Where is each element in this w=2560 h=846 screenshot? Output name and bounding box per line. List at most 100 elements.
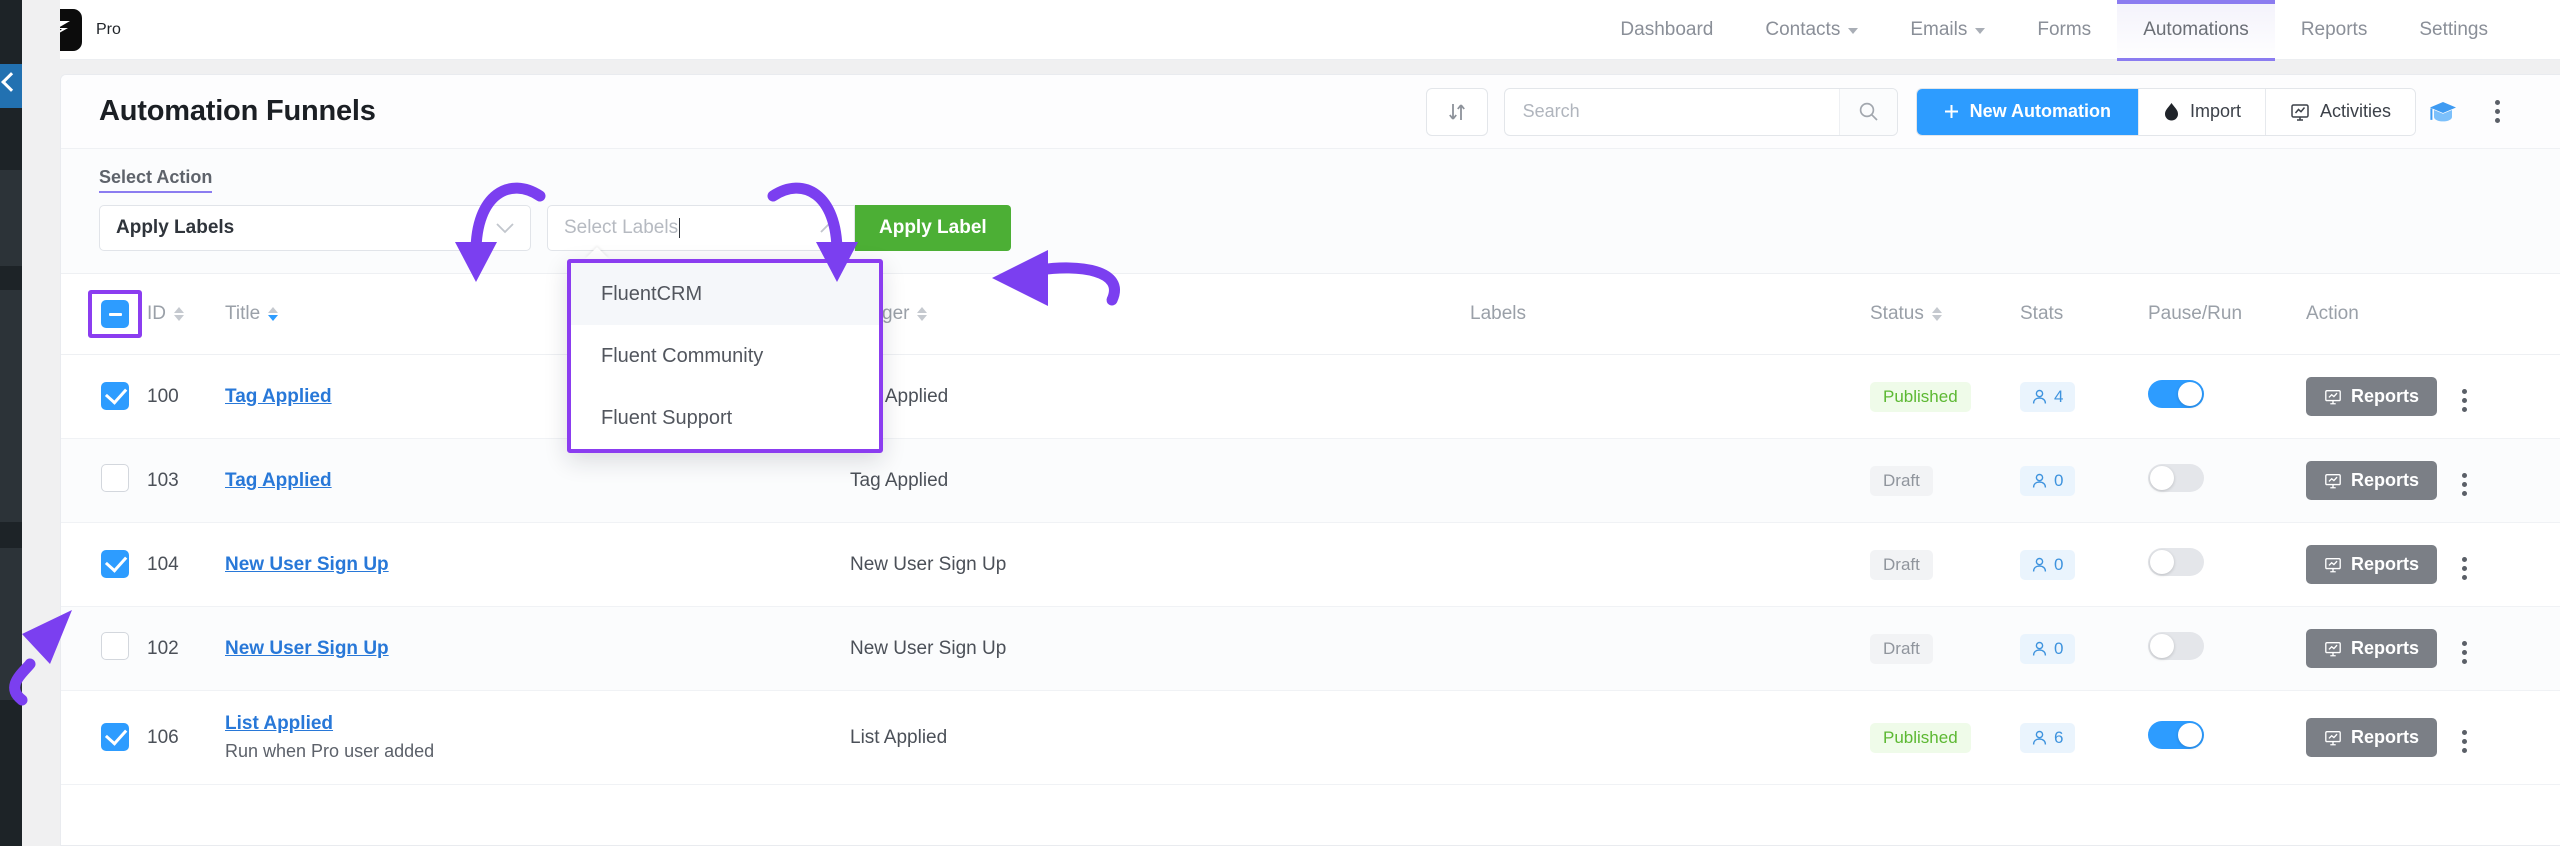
select-all-checkbox[interactable] [101, 300, 129, 328]
collapse-menu-button[interactable] [0, 64, 22, 108]
pause-run-toggle[interactable] [2148, 463, 2204, 492]
row-title-cell: New User Sign Up [225, 522, 850, 607]
row-checkbox[interactable] [101, 381, 129, 410]
pause-run-toggle[interactable] [2148, 631, 2204, 660]
nav-contacts[interactable]: Contacts [1739, 0, 1884, 60]
row-action-cell: Reports [2306, 354, 2560, 439]
bulk-action-value: Apply Labels [116, 217, 235, 238]
sort-icon[interactable] [268, 307, 279, 321]
row-title-cell: New User Sign Up [225, 606, 850, 691]
page-title: Automation Funnels [99, 95, 376, 127]
row-status-cell: Draft [1870, 522, 2020, 607]
row-title-cell: List Applied Run when Pro user added [225, 690, 850, 785]
row-title-link[interactable]: Tag Applied [225, 386, 332, 407]
nav-automations[interactable]: Automations [2117, 0, 2275, 61]
panel-header: Automation Funnels Search New Automation… [61, 75, 2560, 149]
new-automation-button[interactable]: New Automation [1916, 88, 2138, 135]
col-stats-label: Stats [2020, 303, 2064, 324]
text-cursor [679, 218, 681, 238]
col-status[interactable]: Status [1870, 273, 2020, 355]
reports-icon [2325, 641, 2341, 656]
col-id[interactable]: ID [147, 273, 225, 355]
table-header-row: ID Title Trigger L [61, 273, 2560, 355]
row-stats-cell: 6 [2020, 690, 2148, 785]
search-input[interactable] [1504, 88, 1839, 135]
reports-button[interactable]: Reports [2306, 377, 2438, 416]
search-icon[interactable] [1838, 88, 1897, 135]
row-stats-cell: 0 [2020, 438, 2148, 523]
row-kebab-menu-icon[interactable] [2462, 556, 2468, 580]
row-title-link[interactable]: List Applied [225, 713, 333, 734]
activities-button[interactable]: Activities [2264, 88, 2415, 135]
nav-dashboard[interactable]: Dashboard [1594, 0, 1739, 60]
reports-button-label: Reports [2351, 386, 2420, 406]
row-pause-run-cell [2148, 690, 2306, 785]
sort-arrows-icon[interactable] [1425, 87, 1488, 136]
row-checkbox[interactable] [101, 549, 129, 578]
reports-button[interactable]: Reports [2306, 629, 2438, 668]
row-title-link[interactable]: New User Sign Up [225, 554, 389, 575]
reports-button[interactable]: Reports [2306, 718, 2438, 757]
col-labels: Labels [1470, 273, 1870, 355]
labels-option-fluent-support[interactable]: Fluent Support [571, 387, 879, 449]
labels-option-fluent-community-label: Fluent Community [601, 344, 764, 367]
col-trigger[interactable]: Trigger [850, 273, 1470, 355]
pause-run-toggle[interactable] [2148, 547, 2204, 576]
plus-icon [1944, 105, 1958, 118]
kebab-menu-icon[interactable] [2470, 88, 2524, 136]
table-row: 106 List Applied Run when Pro user added … [61, 690, 2560, 785]
nav-emails-label: Emails [1910, 18, 1968, 40]
person-icon [2032, 641, 2047, 656]
stats-pill[interactable]: 4 [2020, 381, 2076, 412]
sort-icon[interactable] [174, 307, 184, 321]
row-kebab-menu-icon[interactable] [2462, 640, 2468, 664]
reports-button-label: Reports [2351, 727, 2420, 747]
stats-count: 6 [2054, 727, 2064, 747]
reports-button-label: Reports [2351, 554, 2420, 574]
row-kebab-menu-icon[interactable] [2462, 472, 2468, 496]
stats-pill[interactable]: 0 [2020, 633, 2076, 664]
stats-pill[interactable]: 6 [2020, 722, 2076, 753]
table-body: 100 Tag Applied Tag Applied Published 4 [61, 354, 2560, 785]
col-select-all [61, 273, 147, 355]
nav-settings[interactable]: Settings [2393, 0, 2514, 60]
row-trigger-cell: Tag Applied [850, 438, 1470, 523]
row-kebab-menu-icon[interactable] [2462, 729, 2468, 753]
table-row: 102 New User Sign Up New User Sign Up Dr… [61, 606, 2560, 691]
nav-forms[interactable]: Forms [2011, 0, 2117, 60]
reports-icon [2325, 730, 2341, 745]
table-head: ID Title Trigger L [61, 273, 2560, 355]
col-status-label: Status [1870, 303, 1924, 324]
activities-icon [2291, 103, 2309, 121]
nav-emails[interactable]: Emails [1884, 0, 2011, 60]
row-status-cell: Published [1870, 354, 2020, 439]
row-title-link[interactable]: New User Sign Up [225, 638, 389, 659]
stats-pill[interactable]: 0 [2020, 465, 2076, 496]
col-stats: Stats [2020, 273, 2148, 355]
apply-label-button[interactable]: Apply Label [855, 205, 1011, 251]
nav-reports[interactable]: Reports [2275, 0, 2394, 60]
bulk-action-select[interactable]: Apply Labels [99, 205, 531, 251]
row-id-cell: 100 [147, 354, 225, 439]
stats-pill[interactable]: 0 [2020, 549, 2076, 580]
pause-run-toggle[interactable] [2148, 720, 2204, 749]
import-button[interactable]: Import [2137, 88, 2265, 135]
new-automation-label: New Automation [1969, 101, 2111, 121]
reports-button[interactable]: Reports [2306, 461, 2438, 500]
labels-option-fluentcrm[interactable]: FluentCRM [571, 263, 879, 325]
row-title-link[interactable]: Tag Applied [225, 470, 332, 491]
sort-icon[interactable] [1931, 307, 1942, 321]
reports-button[interactable]: Reports [2306, 545, 2438, 584]
pause-run-toggle[interactable] [2148, 379, 2204, 408]
labels-option-fluent-community[interactable]: Fluent Community [571, 325, 879, 387]
graduation-cap-icon[interactable] [2416, 88, 2470, 136]
labels-select-placeholder: Select Labels [564, 217, 679, 238]
search-box[interactable] [1503, 87, 1898, 136]
row-checkbox[interactable] [101, 722, 129, 751]
row-checkbox[interactable] [101, 463, 129, 492]
sort-icon[interactable] [917, 307, 928, 321]
labels-select[interactable]: Select Labels [547, 205, 855, 251]
row-kebab-menu-icon[interactable] [2462, 388, 2468, 412]
row-checkbox[interactable] [101, 631, 129, 660]
stats-count: 0 [2054, 470, 2064, 490]
